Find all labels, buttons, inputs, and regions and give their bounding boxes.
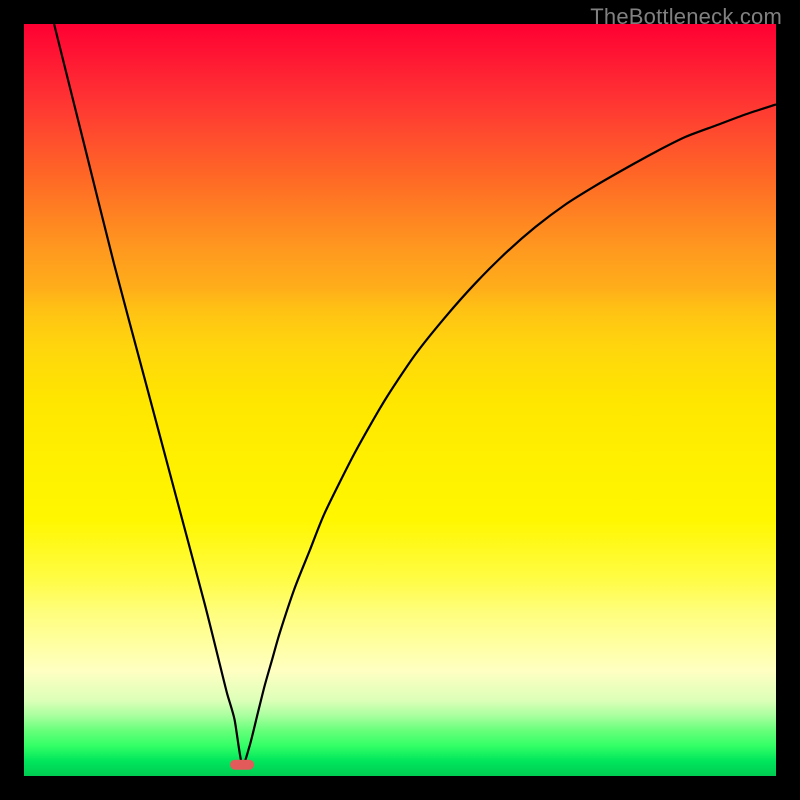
optimal-marker xyxy=(230,760,254,770)
bottleneck-curve xyxy=(54,24,776,765)
chart-container: TheBottleneck.com xyxy=(0,0,800,800)
plot-area xyxy=(24,24,776,776)
curve-svg xyxy=(24,24,776,776)
watermark: TheBottleneck.com xyxy=(590,4,782,30)
